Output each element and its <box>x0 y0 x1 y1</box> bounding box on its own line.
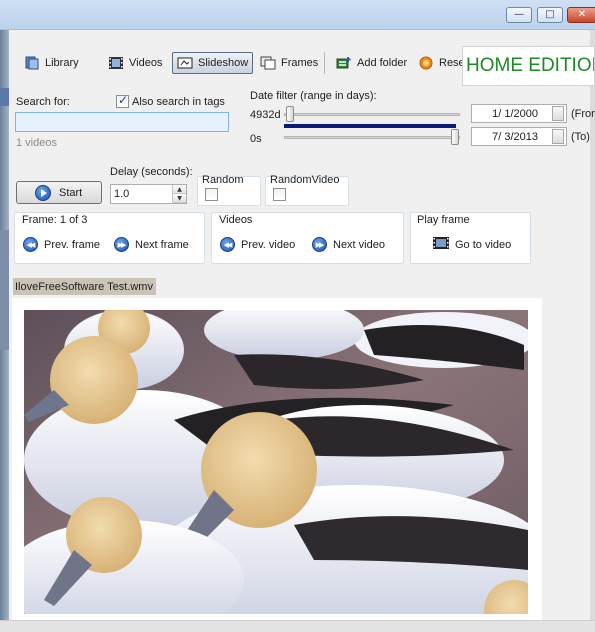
maximize-icon: □ <box>545 9 555 20</box>
to-date-picker[interactable]: 7/ 3/2013 <box>471 127 567 146</box>
stepper-arrows: ▲ ▼ <box>172 185 186 203</box>
video-frame[interactable] <box>24 310 528 614</box>
videos-group-title: Videos <box>219 214 253 226</box>
toolbar-slideshow-button[interactable]: Slideshow <box>172 52 254 74</box>
toolbar-add-folder-button[interactable]: Add folder <box>332 52 411 74</box>
start-button[interactable]: Start <box>16 181 102 204</box>
slideshow-icon <box>177 56 193 70</box>
toolbar-frames-button[interactable]: Frames <box>256 52 322 74</box>
strip-thumb <box>0 230 9 350</box>
date-filter-label: Date filter (range in days): <box>250 90 377 102</box>
frame-counter: Frame: 1 of 3 <box>22 214 88 226</box>
close-icon: ✕ <box>577 9 587 20</box>
go-to-video-label: Go to video <box>455 238 512 251</box>
video-count: 1 videos <box>16 137 57 149</box>
maximize-button[interactable]: □ <box>537 7 563 23</box>
edition-banner: HOME EDITION <box>462 46 595 86</box>
add-folder-icon <box>336 56 352 70</box>
library-icon <box>24 56 40 70</box>
delay-value: 1.0 <box>114 188 130 200</box>
search-label: Search for: <box>16 96 70 108</box>
toolbar: Library Videos Slideshow Frames Add fold… <box>12 46 468 80</box>
to-date-value: 7/ 3/2013 <box>492 130 538 143</box>
date-range-lower-value: 0s <box>250 133 262 145</box>
delay-stepper[interactable]: 1.0 ▲ ▼ <box>110 184 187 204</box>
play-frame-title: Play frame <box>417 214 470 226</box>
window-titlebar: — □ ✕ <box>0 0 595 30</box>
toolbar-videos-button[interactable]: Videos <box>104 52 166 74</box>
random-label: Random <box>202 174 244 186</box>
prev-frame-button[interactable]: ◀◀ Prev. frame <box>23 237 100 252</box>
minimize-icon: — <box>514 9 524 20</box>
stepper-down-icon[interactable]: ▼ <box>173 194 186 203</box>
go-to-video-button[interactable]: Go to video <box>433 237 511 252</box>
reset-icon <box>418 56 434 70</box>
date-range-track-lower <box>284 136 460 139</box>
toolbar-frames-label: Frames <box>281 57 319 69</box>
prev-video-button[interactable]: ◀◀ Prev. video <box>220 237 295 252</box>
calendar-dropdown-icon[interactable] <box>552 129 564 144</box>
current-file-label: IloveFreeSoftware Test.wmv <box>13 278 156 295</box>
toolbar-separator <box>324 52 325 74</box>
status-bar <box>0 620 595 632</box>
fast-forward-icon: ▶▶ <box>114 237 129 252</box>
random-checkbox[interactable] <box>205 188 218 201</box>
gannets-photo <box>24 310 528 614</box>
from-date-value: 1/ 1/2000 <box>492 107 538 120</box>
date-range-upper-handle[interactable] <box>286 106 294 122</box>
also-search-tags-checkbox[interactable] <box>116 93 129 108</box>
random-video-label: RandomVideo <box>270 174 340 186</box>
from-date-label: (From <box>571 108 595 120</box>
minimize-button[interactable]: — <box>506 7 532 23</box>
prev-video-label: Prev. video <box>241 238 296 251</box>
rewind-icon: ◀◀ <box>23 237 38 252</box>
next-frame-label: Next frame <box>135 238 189 251</box>
start-label: Start <box>59 186 83 199</box>
to-date-label: (To) <box>571 131 590 143</box>
background-window-strip <box>0 30 9 620</box>
search-input[interactable] <box>15 112 229 132</box>
date-range-track-upper <box>284 113 460 116</box>
toolbar-library-button[interactable]: Library <box>20 52 83 74</box>
toolbar-slideshow-label: Slideshow <box>198 57 249 69</box>
from-date-picker[interactable]: 1/ 1/2000 <box>471 104 567 123</box>
next-video-label: Next video <box>333 238 385 251</box>
toolbar-add-folder-label: Add folder <box>357 57 408 69</box>
next-frame-button[interactable]: ▶▶ Next frame <box>114 237 189 252</box>
also-search-tags-label: Also search in tags <box>132 96 225 108</box>
rewind-icon: ◀◀ <box>220 237 235 252</box>
stepper-up-icon[interactable]: ▲ <box>173 185 186 194</box>
strip-thumb <box>0 88 9 106</box>
film-strip-icon <box>433 237 449 252</box>
delay-label: Delay (seconds): <box>110 166 193 178</box>
date-range-selected-bar <box>284 124 456 128</box>
toolbar-videos-label: Videos <box>129 57 163 69</box>
random-video-checkbox[interactable] <box>273 188 286 201</box>
next-video-button[interactable]: ▶▶ Next video <box>312 237 385 252</box>
date-range-lower-handle[interactable] <box>451 129 459 145</box>
prev-frame-label: Prev. frame <box>44 238 101 251</box>
toolbar-library-label: Library <box>45 57 79 69</box>
frames-icon <box>260 56 276 70</box>
calendar-dropdown-icon[interactable] <box>552 106 564 121</box>
play-icon <box>35 184 51 201</box>
fast-forward-icon: ▶▶ <box>312 237 327 252</box>
film-icon <box>108 56 124 70</box>
date-range-upper-value: 4932d <box>250 109 281 121</box>
close-button[interactable]: ✕ <box>567 7 595 23</box>
